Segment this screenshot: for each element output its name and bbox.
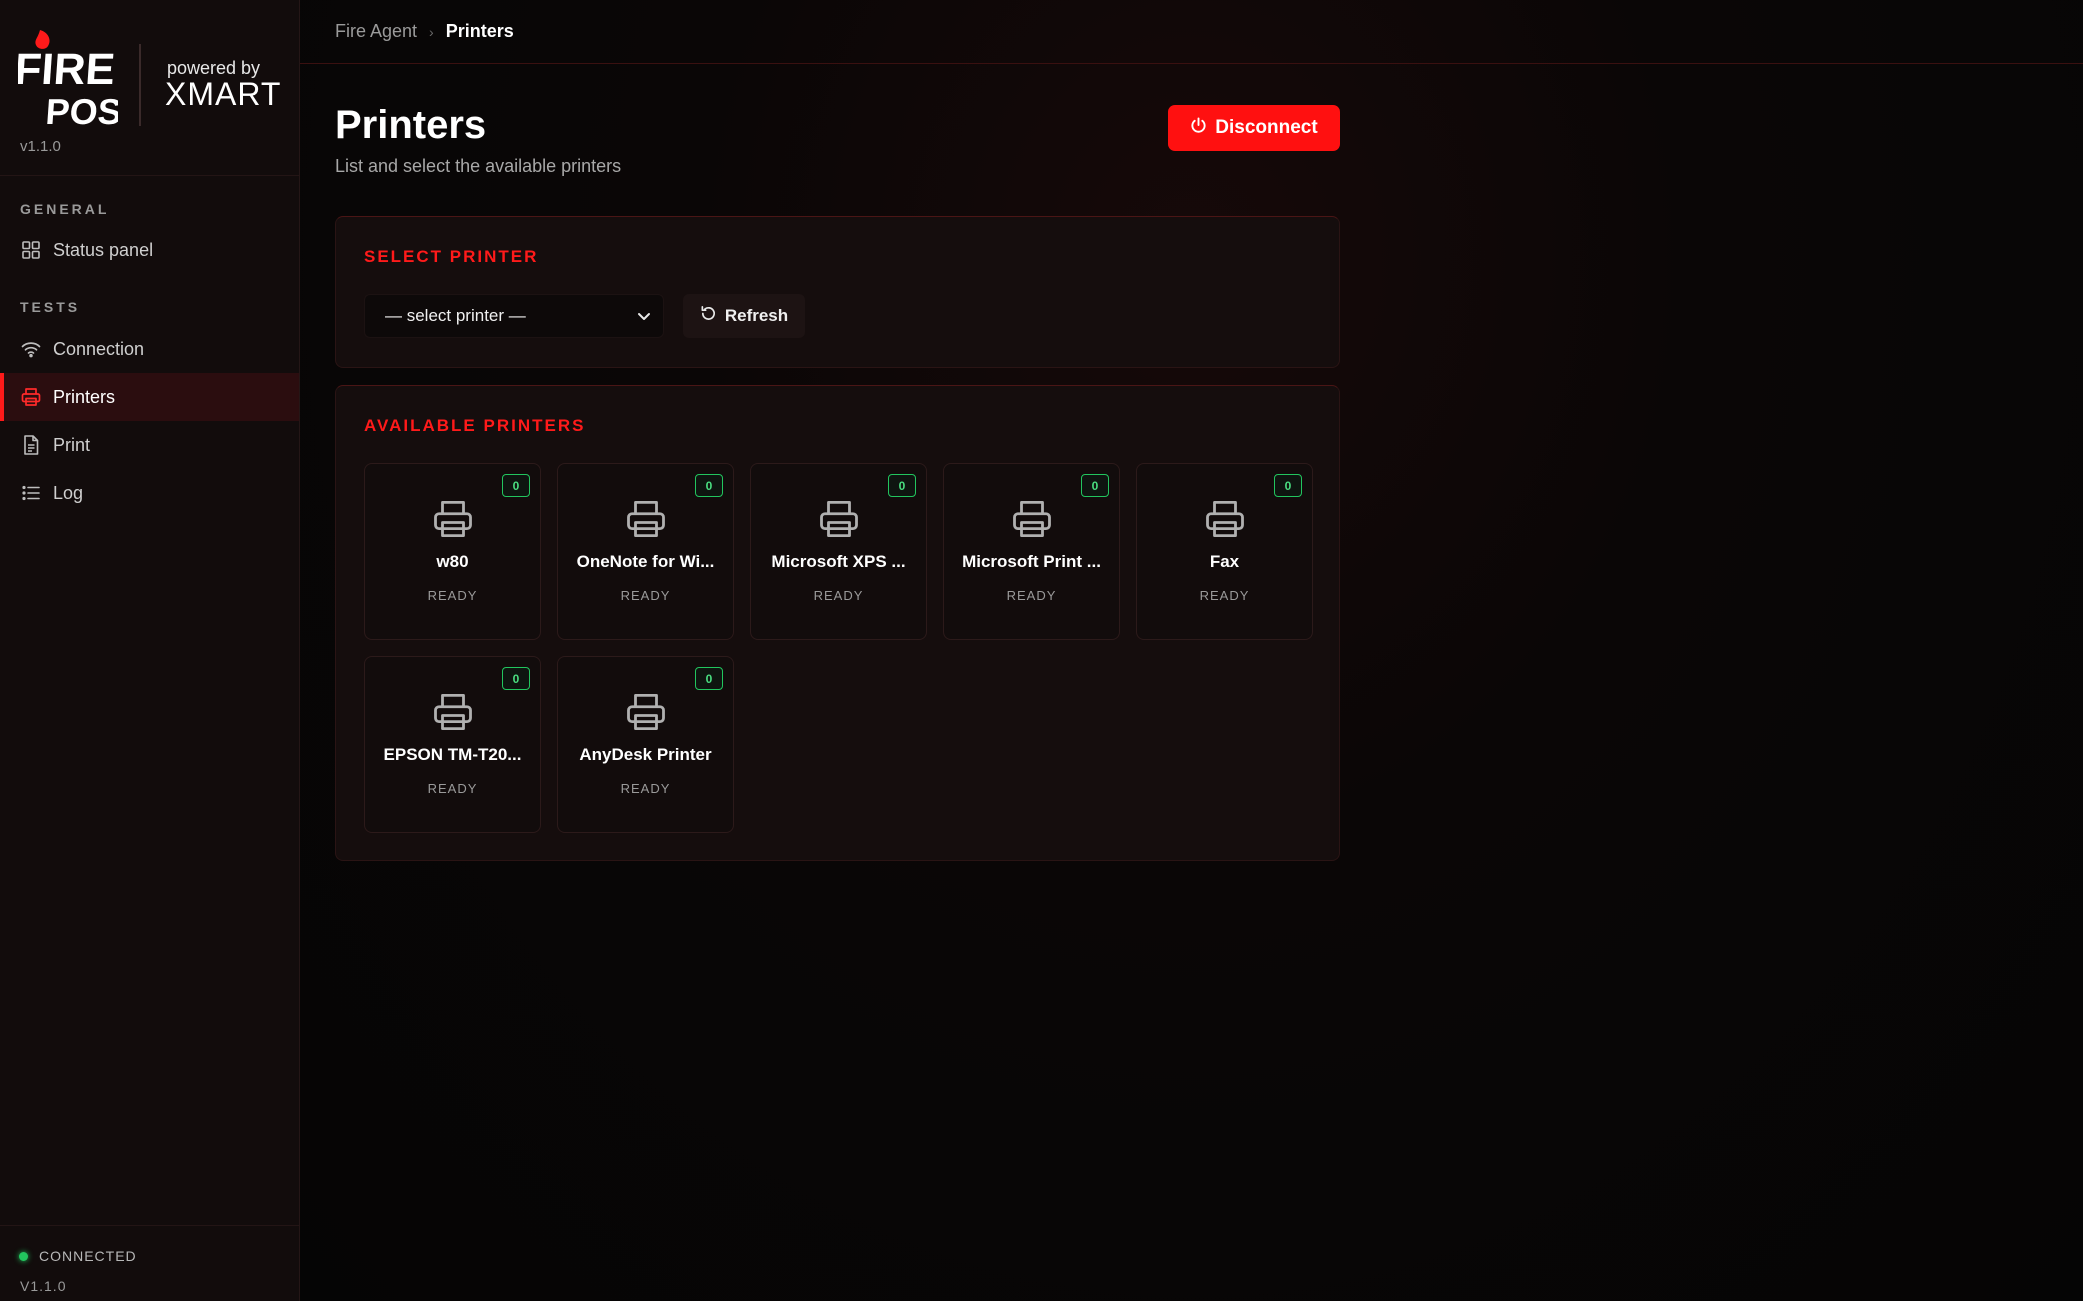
disconnect-label: Disconnect	[1215, 117, 1318, 138]
available-printers-title: AVAILABLE PRINTERS	[364, 416, 586, 435]
sidebar-item-label: Printers	[53, 386, 116, 407]
grid-icon	[20, 239, 42, 261]
sidebar-item-status-panel[interactable]: Status panel	[0, 226, 299, 274]
printer-icon	[20, 386, 42, 408]
page-subtitle: List and select the available printers	[335, 156, 622, 176]
brand-divider	[139, 44, 141, 126]
printer-name: EPSON TM-T20...	[383, 745, 522, 764]
svg-text:POS: POS	[44, 91, 118, 130]
job-count-badge: 0	[888, 474, 916, 497]
job-count-badge: 0	[1081, 474, 1109, 497]
connection-status-label: CONNECTED	[39, 1248, 137, 1264]
printer-icon	[818, 498, 860, 545]
wifi-icon	[20, 338, 42, 360]
page-title: Printers	[335, 103, 487, 147]
printer-card-fax[interactable]: 0 Fax READY	[1136, 463, 1313, 640]
select-printer-card: SELECT PRINTER — select printer — Refres…	[335, 216, 1340, 368]
printer-card-microsoft-print[interactable]: 0 Microsoft Print ... READY	[943, 463, 1120, 640]
printer-icon	[1204, 498, 1246, 545]
printer-name: Microsoft XPS ...	[771, 552, 906, 571]
printer-status: READY	[1199, 588, 1250, 603]
sidebar-item-log[interactable]: Log	[0, 469, 299, 517]
chevron-down-icon	[637, 306, 651, 326]
nav-section-general: GENERAL	[20, 201, 110, 217]
breadcrumb-root[interactable]: Fire Agent	[335, 21, 417, 42]
job-count-badge: 0	[1274, 474, 1302, 497]
printer-icon	[1011, 498, 1053, 545]
sidebar-item-connection[interactable]: Connection	[0, 325, 299, 373]
refresh-icon	[700, 305, 717, 327]
printer-status: READY	[813, 588, 864, 603]
printer-select-value: — select printer —	[385, 306, 526, 325]
power-icon	[1190, 116, 1207, 140]
printer-select[interactable]: — select printer —	[364, 294, 664, 338]
printer-icon	[625, 498, 667, 545]
printer-name: w80	[436, 552, 469, 571]
sidebar-item-label: Connection	[53, 338, 145, 359]
main-content: Fire Agent › Printers Printers List and …	[300, 0, 2083, 1301]
breadcrumb-current: Printers	[445, 21, 514, 41]
printer-card-onenote[interactable]: 0 OneNote for Wi... READY	[557, 463, 734, 640]
job-count-badge: 0	[695, 667, 723, 690]
sidebar: FIRE POS powered by XMART v1.1.0 GENERAL…	[0, 0, 300, 1301]
printer-card-microsoft-xps[interactable]: 0 Microsoft XPS ... READY	[750, 463, 927, 640]
firepos-logo: FIRE POS	[18, 22, 118, 130]
job-count-badge: 0	[502, 474, 530, 497]
refresh-label: Refresh	[724, 306, 789, 325]
document-icon	[20, 434, 42, 456]
printer-status: READY	[1006, 588, 1057, 603]
nav-section-tests: TESTS	[20, 299, 81, 315]
sidebar-item-label: Log	[53, 482, 84, 503]
printer-name: OneNote for Wi...	[576, 552, 715, 571]
breadcrumb: Fire Agent › Printers	[300, 0, 2083, 64]
printer-name: Microsoft Print ...	[962, 552, 1101, 571]
refresh-button[interactable]: Refresh	[683, 294, 805, 338]
connection-status: CONNECTED	[19, 1248, 137, 1264]
sidebar-item-label: Print	[53, 434, 91, 455]
job-count-badge: 0	[695, 474, 723, 497]
available-printers-card: AVAILABLE PRINTERS 0 w80 READY 0 OneNote…	[335, 385, 1340, 861]
printer-card-anydesk[interactable]: 0 AnyDesk Printer READY	[557, 656, 734, 833]
sidebar-item-label: Status panel	[53, 239, 154, 260]
brand-header: FIRE POS powered by XMART v1.1.0	[0, 0, 299, 176]
status-dot-icon	[19, 1251, 28, 1261]
printer-card-w80[interactable]: 0 w80 READY	[364, 463, 541, 640]
partner-logo-text: XMART	[165, 76, 282, 112]
printer-card-epson[interactable]: 0 EPSON TM-T20... READY	[364, 656, 541, 833]
printer-icon	[625, 691, 667, 738]
list-icon	[20, 482, 42, 504]
printer-icon	[432, 498, 474, 545]
app-version: v1.1.0	[20, 138, 61, 155]
printer-status: READY	[620, 781, 671, 796]
printer-status: READY	[427, 781, 478, 796]
printer-icon	[432, 691, 474, 738]
printer-status: READY	[427, 588, 478, 603]
job-count-badge: 0	[502, 667, 530, 690]
footer-version: V1.1.0	[20, 1278, 67, 1294]
printer-name: AnyDesk Printer	[579, 745, 712, 764]
printer-status: READY	[620, 588, 671, 603]
select-printer-title: SELECT PRINTER	[364, 247, 539, 266]
sidebar-item-printers[interactable]: Printers	[0, 373, 299, 421]
disconnect-button[interactable]: Disconnect	[1168, 105, 1340, 151]
printer-name: Fax	[1209, 552, 1240, 571]
sidebar-item-print[interactable]: Print	[0, 421, 299, 469]
sidebar-footer: CONNECTED V1.1.0	[0, 1225, 299, 1301]
breadcrumb-separator-icon: ›	[429, 23, 434, 40]
svg-text:FIRE: FIRE	[18, 45, 117, 94]
